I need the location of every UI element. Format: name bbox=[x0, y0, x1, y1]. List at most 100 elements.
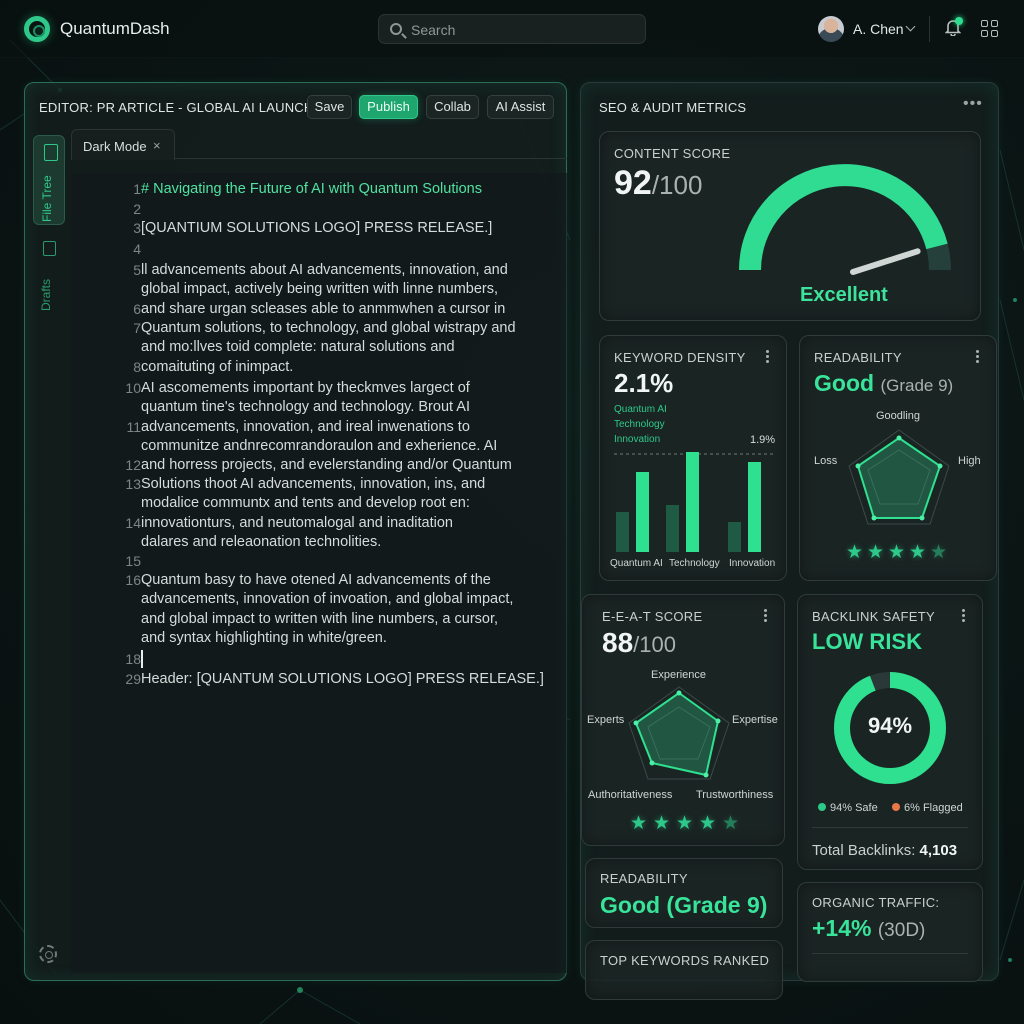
avatar[interactable] bbox=[818, 16, 844, 42]
line-number: 16 bbox=[125, 572, 141, 588]
card-title: E-E-A-T SCORE bbox=[602, 609, 703, 624]
total-value: 4,103 bbox=[919, 842, 958, 859]
gear-icon[interactable] bbox=[39, 945, 57, 963]
publish-button[interactable]: Publish bbox=[359, 95, 418, 119]
backlink-status: LOW RISK bbox=[812, 629, 922, 654]
drafts-icon bbox=[43, 241, 56, 256]
card-title: KEYWORD DENSITY bbox=[614, 350, 746, 365]
gauge-needle bbox=[850, 248, 921, 275]
rail-tab-drafts[interactable]: Drafts bbox=[33, 237, 65, 317]
legend-flagged-label: 6% Flagged bbox=[904, 802, 963, 814]
top-bar: QuantumDash A. Chen bbox=[0, 0, 1024, 58]
search-icon bbox=[390, 23, 402, 35]
radar-axis-label: Authoritativeness bbox=[588, 789, 673, 801]
editor-panel: EDITOR: PR ARTICLE - GLOBAL AI LAUNCH Sa… bbox=[24, 82, 567, 981]
code-line: advancements, innovation of invoation, a… bbox=[141, 591, 514, 607]
rail-label-file-tree: File Tree bbox=[40, 175, 54, 222]
rail-tab-file-tree[interactable]: File Tree bbox=[33, 135, 65, 225]
code-line: comaituting of inimpact. bbox=[141, 359, 294, 375]
radar-axis-label: Experts bbox=[587, 714, 625, 726]
ai-assist-button[interactable]: AI Assist bbox=[487, 95, 554, 119]
grid-icon[interactable] bbox=[981, 20, 999, 38]
code-line: quantum tine's technology and technology… bbox=[141, 399, 470, 415]
legend-item: Technology bbox=[614, 419, 665, 430]
card-title: CONTENT SCORE bbox=[614, 146, 731, 161]
legend-safe-label: 94% Safe bbox=[830, 802, 878, 814]
readability-rating: Good bbox=[814, 370, 875, 396]
code-line: innovationturs, and neutomalogal and ina… bbox=[141, 515, 453, 531]
line-number: 8 bbox=[133, 359, 141, 375]
more-icon[interactable]: ••• bbox=[963, 95, 983, 113]
line-number: 14 bbox=[125, 515, 141, 531]
tab-label: Dark Mode bbox=[83, 139, 147, 154]
readability-card: READABILITY Good (Grade 9) Goodling High… bbox=[799, 335, 997, 581]
code-line: and mo:llves toid complete: natural solu… bbox=[141, 339, 455, 355]
line-number: 6 bbox=[133, 301, 141, 317]
code-line: and syntax highlighting in white/green. bbox=[141, 630, 387, 646]
code-line: global impact, actively being written wi… bbox=[141, 281, 499, 297]
seo-panel: SEO & AUDIT METRICS ••• CONTENT SCORE 92… bbox=[580, 82, 999, 1000]
card-title: READABILITY bbox=[814, 350, 902, 365]
line-number: 4 bbox=[133, 241, 141, 257]
score-max: /100 bbox=[651, 170, 703, 200]
keyword-legend: Quantum AI Technology Innovation bbox=[614, 402, 667, 447]
notification-dot bbox=[955, 17, 963, 25]
divider bbox=[929, 16, 930, 42]
readability-summary-card: READABILITY Good (Grade 9) bbox=[585, 858, 783, 928]
radar-axis-label: Experience bbox=[651, 669, 707, 681]
line-number: 5 bbox=[133, 262, 141, 278]
code-line: Quantum basy to have otened AI advanceme… bbox=[141, 572, 491, 588]
content-score-value: 92/100 bbox=[614, 164, 702, 203]
keyword-density-card: KEYWORD DENSITY 2.1% Quantum AI Technolo… bbox=[599, 335, 787, 581]
kebab-icon[interactable] bbox=[962, 609, 966, 623]
x-label: Technology bbox=[669, 558, 720, 569]
score-number: 92 bbox=[614, 164, 652, 202]
kebab-icon[interactable] bbox=[764, 609, 768, 623]
user-name[interactable]: A. Chen bbox=[853, 21, 904, 37]
keyword-bar bbox=[748, 462, 761, 552]
kebab-icon[interactable] bbox=[766, 350, 770, 364]
card-title: ORGANIC TRAFFIC: bbox=[812, 895, 940, 910]
tab-dark-mode[interactable]: Dark Mode × bbox=[71, 129, 175, 160]
readability-value: Good (Grade 9) bbox=[814, 370, 953, 397]
search-bar[interactable] bbox=[378, 14, 646, 44]
backlink-safety-card: BACKLINK SAFETY LOW RISK 94% 94% Safe 6%… bbox=[797, 594, 983, 870]
search-input[interactable] bbox=[411, 21, 631, 39]
line-number: 2 bbox=[133, 201, 141, 217]
save-button[interactable]: Save bbox=[307, 95, 352, 119]
card-title: READABILITY bbox=[600, 871, 688, 886]
line-number: 7 bbox=[133, 320, 141, 336]
keyword-bar bbox=[728, 522, 741, 552]
x-label: Quantum AI bbox=[610, 558, 663, 569]
collab-button[interactable]: Collab bbox=[426, 95, 479, 119]
top-keywords-card: TOP KEYWORDS RANKED bbox=[585, 940, 783, 1000]
seo-panel-title: SEO & AUDIT METRICS bbox=[599, 100, 747, 115]
legend-item: Quantum AI bbox=[614, 404, 667, 415]
line-number: 1 bbox=[133, 181, 141, 197]
readability-grade: (Grade 9) bbox=[880, 376, 954, 395]
content-score-card: CONTENT SCORE 92/100 Excellent bbox=[599, 131, 981, 321]
line-number: 10 bbox=[125, 380, 141, 396]
kebab-icon[interactable] bbox=[976, 350, 980, 364]
eeat-max: /100 bbox=[633, 632, 676, 657]
radar-axis-label: Goodling bbox=[876, 410, 921, 422]
legend-dot bbox=[892, 803, 900, 811]
eeat-value: 88/100 bbox=[602, 627, 676, 659]
code-line: [QUANTIUM SOLUTIONS LOGO] PRESS RELEASE.… bbox=[141, 220, 493, 236]
code-line: Quantum solutions, to technology, and gl… bbox=[141, 320, 516, 336]
keyword-bar bbox=[636, 472, 649, 552]
legend-dot bbox=[818, 803, 826, 811]
radar-axis-label: Loss bbox=[814, 455, 838, 467]
tab-strip: Dark Mode × bbox=[71, 129, 567, 160]
content-score-rating: Excellent bbox=[800, 284, 888, 306]
close-icon[interactable]: × bbox=[153, 138, 161, 153]
code-line: AI ascomements important by theckmves la… bbox=[141, 380, 470, 396]
code-line: Solutions thoot AI advancements, innovat… bbox=[141, 476, 486, 492]
keyword-density-value: 2.1% bbox=[614, 368, 674, 398]
code-area[interactable]: 1 2 3 4 5 6 7 8 10 11 12 13 14 15 16 18 … bbox=[71, 173, 567, 973]
chevron-down-icon[interactable] bbox=[905, 21, 916, 32]
code-line: and share urgan scleases able to anmmwhe… bbox=[141, 301, 506, 317]
backlink-percent: 94% bbox=[867, 713, 913, 738]
readability-summary-value: Good (Grade 9) bbox=[600, 892, 768, 918]
radar-axis-label: High bbox=[958, 455, 981, 467]
